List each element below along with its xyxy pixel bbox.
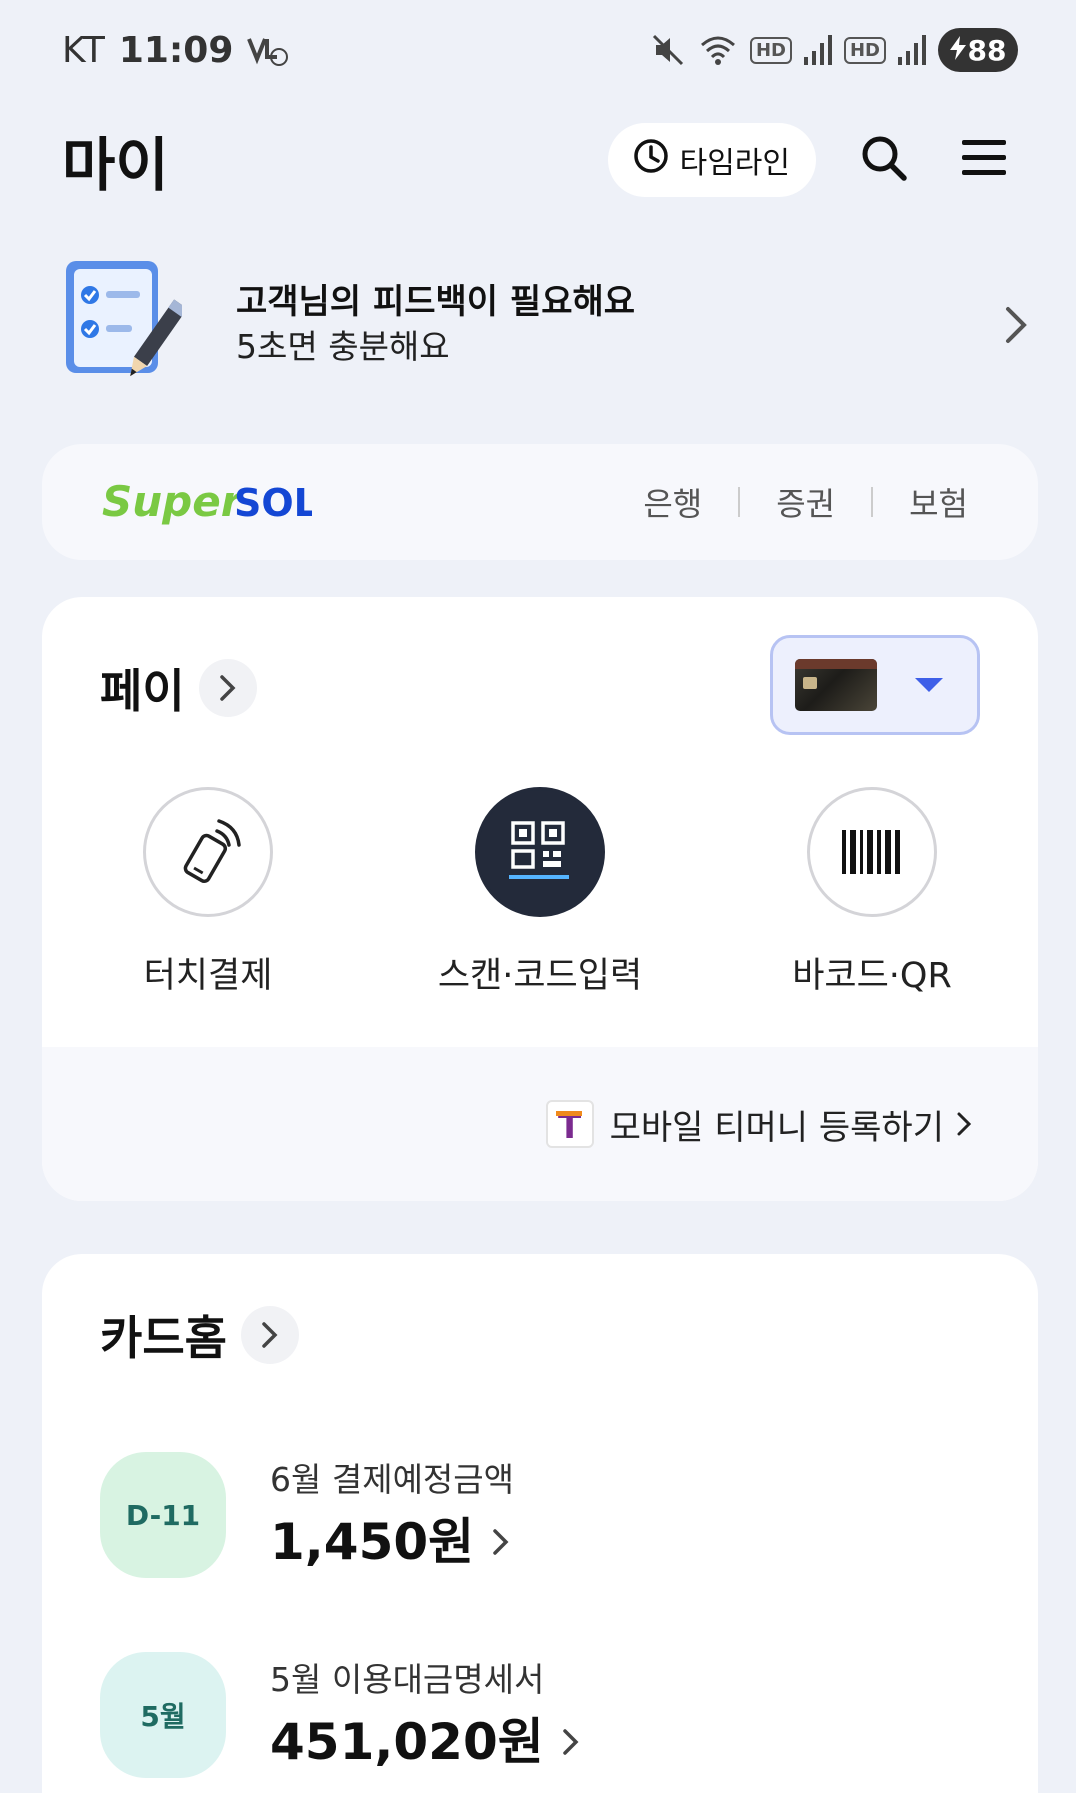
menu-icon: [962, 138, 1006, 182]
divider: [738, 487, 741, 517]
statement-text: 5월 이용대금명세서 451,020원: [270, 1658, 580, 1772]
clock-icon: [632, 137, 670, 183]
card-thumbnail: [795, 659, 877, 711]
search-icon: [860, 134, 908, 186]
hd-badge: HD: [749, 36, 792, 64]
statement-label: 5월 이용대금명세서: [270, 1660, 545, 1699]
link-insurance[interactable]: 보험: [909, 479, 968, 525]
search-button[interactable]: [854, 130, 914, 190]
supersol-bar: Super SOL 은행 증권 보험: [42, 444, 1038, 560]
status-bar: KT 11:09 HD HD 88: [0, 0, 1076, 100]
battery-indicator: 88: [938, 28, 1018, 72]
barcode-qr-button[interactable]: 바코드·QR: [706, 787, 1038, 998]
upcoming-payment-text: 6월 결제예정금액 1,450원: [270, 1458, 514, 1572]
signal-icon: [803, 35, 832, 65]
tmoney-register-label: 모바일 티머니 등록하기: [609, 1107, 944, 1148]
upcoming-payment-label: 6월 결제예정금액: [270, 1460, 515, 1499]
timeline-label: 타임라인: [679, 146, 790, 181]
pay-card: 페이 터치결제 스캔·코드입력 바코드·QR T 모바일 티머니 등록하기: [42, 597, 1038, 1201]
charging-icon: [949, 34, 966, 67]
scan-code-label: 스캔·코드입력: [437, 956, 643, 996]
scan-code-button[interactable]: 스캔·코드입력: [374, 787, 706, 998]
divider: [871, 487, 874, 517]
clock-time: 11:09: [118, 29, 234, 71]
wifi-icon: [698, 33, 738, 67]
upcoming-payment-amount-row: 1,450원: [270, 1512, 514, 1572]
logo-super-text: Super: [102, 477, 244, 526]
statement-row[interactable]: 5월 5월 이용대금명세서 451,020원: [100, 1652, 580, 1778]
upcoming-payment-row[interactable]: D-11 6월 결제예정금액 1,450원: [100, 1452, 514, 1578]
chevron-right-icon: [198, 659, 257, 717]
timeline-button[interactable]: 타임라인: [607, 123, 816, 197]
feedback-text: 고객님의 피드백이 필요해요 5초면 충분해요: [236, 280, 996, 370]
d-day-badge: D-11: [100, 1452, 226, 1578]
touch-pay-label: 터치결제: [143, 956, 273, 996]
status-right: HD HD 88: [652, 28, 1018, 72]
touch-pay-icon: [143, 787, 273, 917]
hd-badge: HD: [843, 36, 886, 64]
statement-amount-row: 451,020원: [270, 1712, 580, 1772]
page-header: 마이 타임라인: [0, 110, 1076, 210]
chevron-right-icon: [492, 1527, 510, 1557]
feedback-banner[interactable]: 고객님의 피드백이 필요해요 5초면 충분해요: [62, 250, 1036, 400]
checklist-pencil-icon: [62, 255, 188, 395]
pay-title: 페이: [100, 664, 185, 718]
card-home-header[interactable]: 카드홈: [100, 1302, 299, 1368]
pay-header[interactable]: 페이: [100, 655, 257, 721]
volte-icon: [247, 33, 289, 67]
tmoney-register-row[interactable]: T 모바일 티머니 등록하기: [42, 1047, 1038, 1201]
chevron-right-icon: [956, 1111, 972, 1137]
link-securities[interactable]: 증권: [776, 479, 835, 525]
menu-button[interactable]: [954, 130, 1014, 190]
feedback-title: 고객님의 피드백이 필요해요: [236, 282, 636, 322]
qr-scan-icon: [475, 787, 605, 917]
battery-level: 88: [967, 33, 1007, 67]
card-stripe: [795, 659, 877, 669]
barcode-qr-label: 바코드·QR: [792, 956, 952, 996]
tmoney-logo-icon: T: [545, 1100, 594, 1148]
status-left: KT 11:09: [62, 30, 289, 71]
link-bank[interactable]: 은행: [643, 479, 702, 525]
supersol-logo[interactable]: Super SOL: [102, 474, 643, 530]
logo-sol-text: SOL: [234, 481, 312, 525]
card-selector[interactable]: [770, 635, 980, 735]
statement-amount: 451,020원: [270, 1713, 544, 1771]
card-home-card: 카드홈 D-11 6월 결제예정금액 1,450원 5월 5월 이용대금명세서 …: [42, 1254, 1038, 1793]
feedback-subtitle: 5초면 충분해요: [236, 327, 450, 366]
signal-icon: [898, 35, 926, 65]
carrier-label: KT: [62, 29, 105, 71]
chevron-right-icon: [240, 1306, 299, 1364]
card-home-title: 카드홈: [100, 1311, 227, 1365]
page-title: 마이: [62, 131, 169, 199]
pay-actions: 터치결제 스캔·코드입력 바코드·QR: [42, 787, 1038, 998]
card-chip: [803, 677, 817, 689]
chevron-right-icon: [996, 295, 1036, 355]
mute-icon: [652, 33, 686, 67]
barcode-icon: [807, 787, 937, 917]
caret-down-icon: [915, 678, 943, 692]
supersol-links: 은행 증권 보험: [643, 479, 968, 525]
touch-pay-button[interactable]: 터치결제: [42, 787, 374, 998]
month-badge: 5월: [100, 1652, 226, 1778]
upcoming-payment-amount: 1,450원: [270, 1513, 475, 1571]
chevron-right-icon: [562, 1727, 580, 1757]
